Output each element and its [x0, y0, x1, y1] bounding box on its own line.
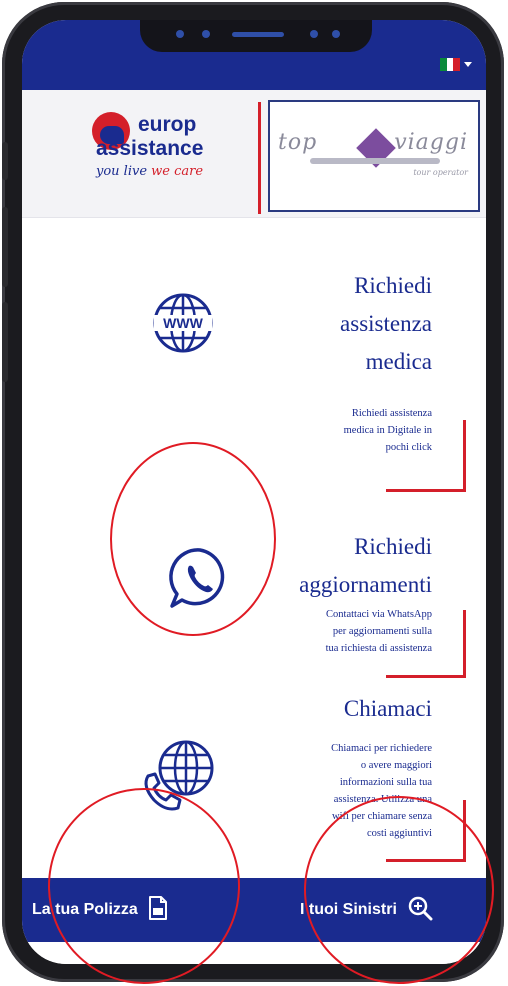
title-line: Richiedi — [354, 534, 432, 559]
camera-dot — [332, 30, 340, 38]
brand-tagline: you live we care — [96, 164, 203, 179]
sensor-dot — [202, 30, 210, 38]
title-line: Chiamaci — [343, 696, 432, 721]
item-title-medical[interactable]: Richiedi assistenza medica — [340, 267, 432, 381]
phone-notch — [140, 20, 372, 52]
chevron-down-icon — [464, 62, 472, 67]
svg-text:WWW: WWW — [163, 315, 203, 331]
status-bar — [22, 20, 486, 90]
description-line: Chiamaci per richiedere — [331, 743, 432, 754]
sensor-dot — [310, 30, 318, 38]
title-line: medica — [365, 349, 432, 374]
italian-flag-icon — [440, 58, 461, 71]
item-title-call[interactable]: Chiamaci — [344, 690, 432, 728]
annotation-circle — [304, 796, 494, 984]
corner-accent — [386, 610, 466, 678]
partner-subtitle: tour operator — [413, 168, 468, 177]
corner-accent — [386, 420, 466, 492]
volume-down-button — [2, 302, 8, 382]
brand-word: assistance — [96, 137, 204, 160]
annotation-circle — [48, 788, 240, 984]
side-button — [2, 142, 8, 180]
speaker-grille — [232, 32, 284, 37]
description-line: informazioni sulla tua — [339, 777, 432, 788]
title-line: Richiedi — [354, 273, 432, 298]
tagline-text: you live — [96, 164, 152, 179]
header-divider — [258, 102, 261, 214]
partner-logo: top viaggi tour operator — [268, 100, 480, 212]
description-line: o avere maggiori — [360, 760, 432, 771]
swoosh-shape — [310, 158, 440, 164]
language-selector[interactable] — [440, 58, 472, 71]
sensor-dot — [176, 30, 184, 38]
title-line: aggiornamenti — [299, 572, 432, 597]
item-title-updates[interactable]: Richiedi aggiornamenti — [299, 528, 432, 604]
title-line: assistenza — [340, 311, 432, 336]
tagline-accent: we care — [151, 164, 204, 179]
www-globe-icon[interactable]: WWW — [152, 292, 214, 359]
volume-up-button — [2, 207, 8, 287]
annotation-circle — [110, 442, 276, 636]
europ-assistance-logo: europ assistance you live we care — [88, 108, 238, 198]
header: europ assistance you live we care top vi… — [22, 90, 486, 218]
partner-word: viaggi — [394, 130, 468, 155]
partner-word: top — [278, 130, 318, 155]
brand-word: europ — [138, 113, 197, 136]
